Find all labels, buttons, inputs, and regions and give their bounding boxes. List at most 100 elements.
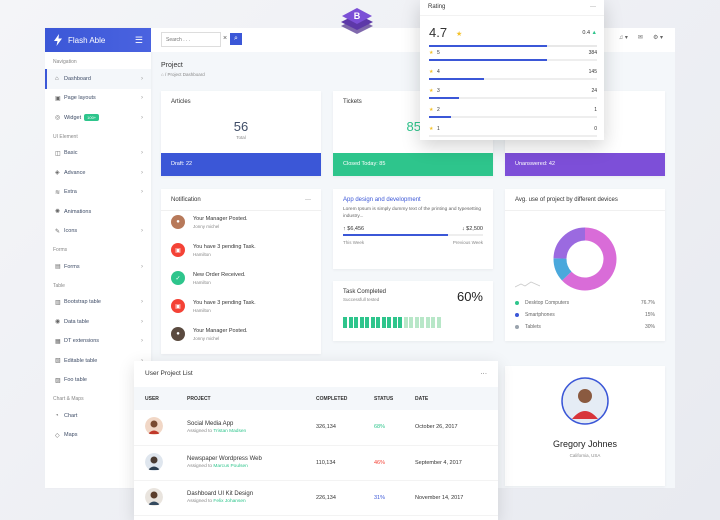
assignee-link[interactable]: Tristan Madsen [213, 429, 246, 434]
task-bar-segment [403, 317, 408, 328]
table-row[interactable]: Newspaper Wordpress Web Assigned to Marcu… [134, 445, 498, 481]
server-icon: ▥ [55, 299, 61, 306]
nav-caption-table: Table [53, 282, 65, 289]
notif-title: You have 3 pending Task. [193, 300, 256, 306]
star-icon: ★ [429, 69, 434, 75]
status-cell: 46% [363, 445, 404, 481]
profile-name: Gregory Johnes [552, 439, 618, 449]
app-dev-card: App design and development Lorem Ipsum i… [333, 189, 493, 269]
star-icon: ★ [429, 50, 434, 56]
rating-bar [429, 135, 597, 137]
rating-count: 145 [588, 69, 597, 75]
arrow-up-icon: ▲ [591, 30, 597, 36]
user-project-list-card: User Project List ··· USER PROJECT COMPLE… [134, 361, 498, 520]
rating-row: ★ 4 145 [429, 68, 597, 86]
rating-bar-fill [429, 78, 485, 80]
more-icon[interactable]: ··· [481, 370, 488, 378]
task-bar-segment [425, 317, 430, 328]
chevron-right-icon: › [141, 263, 143, 270]
notif-sub: Jonny michel [193, 336, 220, 341]
sidebar-item-label: Bootstrap table [64, 299, 101, 306]
assigned-to: Assigned to Marcus Poulsen [187, 464, 305, 469]
sparkline-icon [515, 281, 540, 288]
more-icon[interactable]: ··· [590, 4, 596, 11]
sidebar-item-icons[interactable]: ✎ Icons › [45, 222, 151, 242]
assigned-label: Assigned to [187, 464, 213, 469]
table-row[interactable]: Social Media App Assigned to Tristan Mads… [134, 410, 498, 446]
rating-level: 5 [437, 50, 440, 56]
sidebar-item-animations[interactable]: ✺ Animations [45, 202, 151, 222]
project-name: Newspaper Wordpress Web [187, 456, 262, 462]
user-cell [134, 445, 176, 481]
assigned-label: Assigned to [187, 499, 213, 504]
list-item[interactable]: ● Your Manager Posted. Jonny michel [171, 327, 311, 355]
layout-icon: ▣ [55, 95, 61, 102]
rating-row: ★ 2 1 [429, 106, 597, 124]
assignee-link[interactable]: Felix Johansen [213, 499, 245, 504]
sidebar-item-bootstrap-table[interactable]: ▥ Bootstrap table › [45, 293, 151, 313]
search-icon[interactable]: ⌕ [230, 33, 242, 45]
rating-level: 3 [437, 88, 440, 94]
notification-header: Notification ··· [161, 189, 321, 211]
list-item[interactable]: ● Your Manager Posted. Jonny michel [171, 215, 311, 243]
donut-slice [553, 227, 586, 260]
list-item[interactable]: ✓ New Order Received. Hamilton [171, 271, 311, 299]
tickets-footer: Closed Today: 85 [333, 153, 493, 176]
close-icon[interactable]: × [223, 35, 227, 42]
user-cell [134, 410, 176, 446]
breadcrumb: ⌂ / Project Dashboard [161, 72, 205, 77]
table-row[interactable]: Dashboard UI Kit Design Assigned to Felix… [134, 480, 498, 516]
chevron-right-icon: › [141, 95, 143, 102]
search-input[interactable] [161, 32, 221, 47]
notif-sub: Hamilton [193, 252, 211, 257]
task-bar-segment [365, 317, 369, 328]
legend-row: Smartphones 15% [515, 312, 655, 318]
sidebar-item-dashboard[interactable]: ⌂ Dashboard › [45, 69, 151, 89]
date-cell: September 4, 2017 [404, 445, 498, 481]
sidebar-item-widget[interactable]: ◎ Widget 100+ › [45, 108, 151, 128]
box-icon: ◫ [55, 150, 61, 157]
avatar [145, 487, 163, 506]
sidebar-item-extra[interactable]: ≋ Extra › [45, 183, 151, 203]
sidebar-item-label: Advance [64, 169, 86, 176]
sidebar-item-dt-extensions[interactable]: ▦ DT extensions › [45, 332, 151, 352]
task-bar-segment [343, 317, 347, 328]
sidebar-item-page-layouts[interactable]: ▣ Page layouts › [45, 89, 151, 109]
donut-slice [553, 258, 572, 281]
assigned-label: Assigned to [187, 428, 213, 434]
sidebar-item-label: Page layouts [64, 95, 96, 102]
legend-row: Tablets 30% [515, 324, 655, 330]
progress-fill [343, 234, 448, 236]
notif-title: New Order Received. [193, 272, 246, 278]
donut-chart [553, 227, 617, 291]
date-cell: October 26, 2017 [404, 410, 498, 446]
breadcrumb-current[interactable]: Project Dashboard [167, 72, 204, 77]
completed-cell: 326,134 [305, 410, 363, 446]
sidebar-item-data-table[interactable]: ◉ Data table › [45, 312, 151, 332]
app-dev-title[interactable]: App design and development [333, 189, 493, 206]
menu-toggle-icon[interactable]: ☰ [135, 35, 143, 46]
rating-row: ★ 3 24 [429, 87, 597, 105]
more-icon[interactable]: ··· [305, 197, 311, 203]
sidebar-item-basic[interactable]: ◫ Basic › [45, 144, 151, 164]
list-item[interactable]: ▣ You have 3 pending Task. Hamilton [171, 299, 311, 327]
assignee-link[interactable]: Marcus Poulsen [213, 464, 247, 469]
chevron-right-icon: › [141, 169, 143, 176]
legend-label: Smartphones [525, 312, 555, 318]
table-header-row: USER PROJECT COMPLETED STATUS DATE [134, 387, 498, 410]
notif-sub: Jonny michel [193, 224, 220, 229]
task-bar-segment [409, 317, 413, 328]
notification-card: Notification ··· ● Your Manager Posted. Jo… [161, 189, 321, 354]
list-item[interactable]: ▣ You have 3 pending Task. Hamilton [171, 243, 311, 271]
sidebar-item-advance[interactable]: ◈ Advance › [45, 163, 151, 183]
rating-card: Rating ··· 4.7 ★ 0.4 ▲ ★ 5 384 ★ 4 145 ★ 3 24 ★ 2 1 ★… [420, 0, 604, 140]
rating-bar [429, 116, 597, 118]
mail-icon[interactable]: ✉ [638, 34, 643, 41]
sidebar-item-forms[interactable]: ▤ Forms › [45, 257, 151, 277]
status-cell: 68% [363, 410, 404, 446]
home-icon[interactable]: ⌂ [161, 72, 164, 77]
settings-icon[interactable]: ⚙ ▾ [653, 34, 663, 41]
widget-label: Widget [64, 114, 82, 121]
notif-sub: Hamilton [193, 308, 211, 313]
bell-icon[interactable]: ♫ ▾ [619, 34, 628, 41]
